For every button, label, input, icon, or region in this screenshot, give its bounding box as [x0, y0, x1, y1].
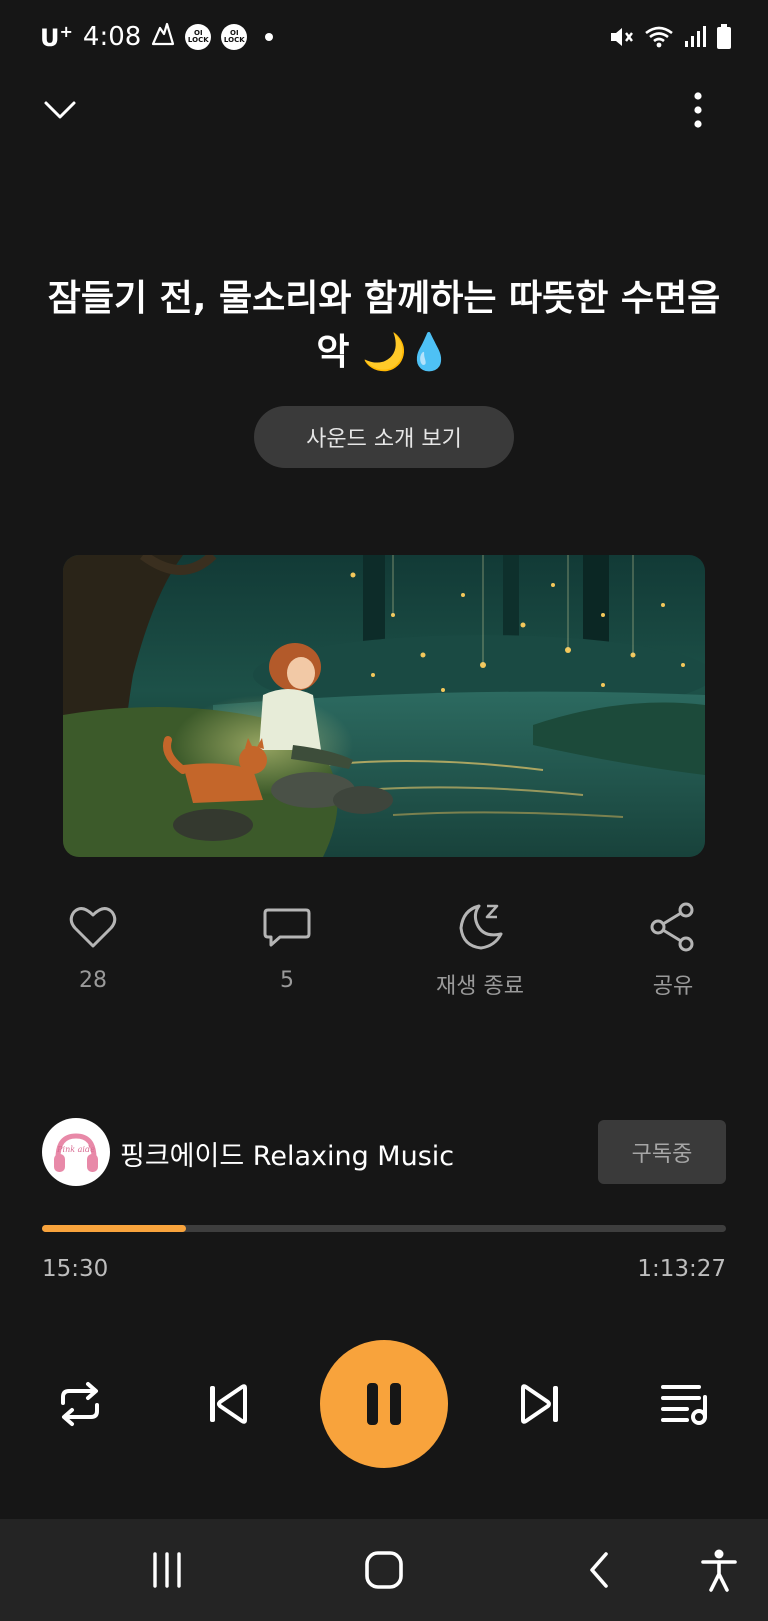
total-time: 1:13:27 — [637, 1256, 726, 1282]
comment-count: 5 — [280, 968, 294, 993]
wifi-icon — [644, 25, 674, 53]
system-nav-bar — [0, 1519, 768, 1621]
mute-icon — [608, 25, 634, 53]
more-options-button[interactable] — [688, 90, 708, 130]
sleep-timer-icon — [459, 904, 503, 950]
channel-row: Pink aide 핑크에이드 Relaxing Music 구독중 — [42, 1118, 726, 1186]
back-icon — [590, 1552, 608, 1588]
collapse-button[interactable] — [40, 92, 80, 128]
forest-lake-girl-cat-artwork — [63, 555, 705, 857]
like-count: 28 — [79, 968, 107, 993]
seek-bar-fill — [42, 1225, 187, 1232]
like-button[interactable]: 28 — [18, 900, 168, 993]
share-button[interactable]: 공유 — [598, 900, 748, 1000]
player-top-bar — [0, 86, 768, 136]
next-button[interactable] — [512, 1376, 568, 1432]
elapsed-time: 15:30 — [42, 1256, 109, 1282]
repeat-icon — [61, 1382, 99, 1426]
pause-icon — [367, 1383, 401, 1425]
sleep-timer-button[interactable]: 재생 종료 — [405, 900, 555, 1000]
heart-icon — [69, 907, 117, 948]
notification-dot — [265, 32, 274, 41]
share-icon — [650, 902, 694, 952]
battery-icon — [716, 24, 732, 54]
more-vertical-icon — [694, 92, 702, 128]
signal-icon — [684, 25, 706, 53]
share-label: 공유 — [652, 974, 694, 999]
track-title: 잠들기 전, 물소리와 함께하는 따뜻한 수면음악 🌙💧 — [47, 278, 721, 373]
chevron-down-icon — [44, 101, 76, 119]
track-artwork — [63, 555, 705, 857]
sleep-timer-label: 재생 종료 — [436, 974, 524, 999]
channel-name[interactable]: 핑크에이드 Relaxing Music — [120, 1134, 454, 1173]
skip-next-icon — [521, 1384, 558, 1424]
skip-previous-icon — [210, 1384, 247, 1424]
headphones-logo: Pink aide — [54, 1133, 98, 1172]
back-button[interactable] — [574, 1545, 624, 1595]
status-right — [608, 24, 732, 54]
comment-button[interactable]: 5 — [212, 900, 362, 993]
mountain-app-icon — [151, 20, 175, 53]
pause-button[interactable] — [320, 1340, 448, 1468]
accessibility-button[interactable] — [694, 1545, 744, 1595]
comment-icon — [263, 908, 311, 947]
action-row: 28 5 재생 종료 공유 — [0, 900, 768, 1010]
status-bar: U+ 4:08 OI LOCK OI LOCK — [0, 0, 768, 76]
accessibility-icon — [701, 1549, 737, 1592]
playback-controls — [0, 1338, 768, 1468]
seek-bar[interactable] — [42, 1222, 726, 1232]
home-button[interactable] — [358, 1545, 410, 1595]
svg-text:Pink aide: Pink aide — [56, 1145, 95, 1154]
channel-avatar[interactable]: Pink aide — [42, 1118, 110, 1186]
recents-icon — [153, 1552, 181, 1588]
previous-button[interactable] — [200, 1376, 256, 1432]
playlist-icon — [661, 1385, 707, 1425]
sound-intro-button[interactable]: 사운드 소개 보기 — [254, 406, 514, 468]
lock-app-badge: OI LOCK — [185, 23, 212, 50]
home-icon — [365, 1551, 403, 1589]
subscribe-button[interactable]: 구독중 — [598, 1120, 726, 1184]
repeat-button[interactable] — [52, 1376, 108, 1432]
status-left: U+ 4:08 OI LOCK OI LOCK — [40, 20, 274, 53]
carrier-label: U+ — [40, 21, 73, 52]
playlist-button[interactable] — [656, 1376, 716, 1432]
lock-app-badge: OI LOCK — [221, 23, 248, 50]
recents-button[interactable] — [142, 1545, 192, 1595]
clock: 4:08 — [82, 21, 142, 52]
